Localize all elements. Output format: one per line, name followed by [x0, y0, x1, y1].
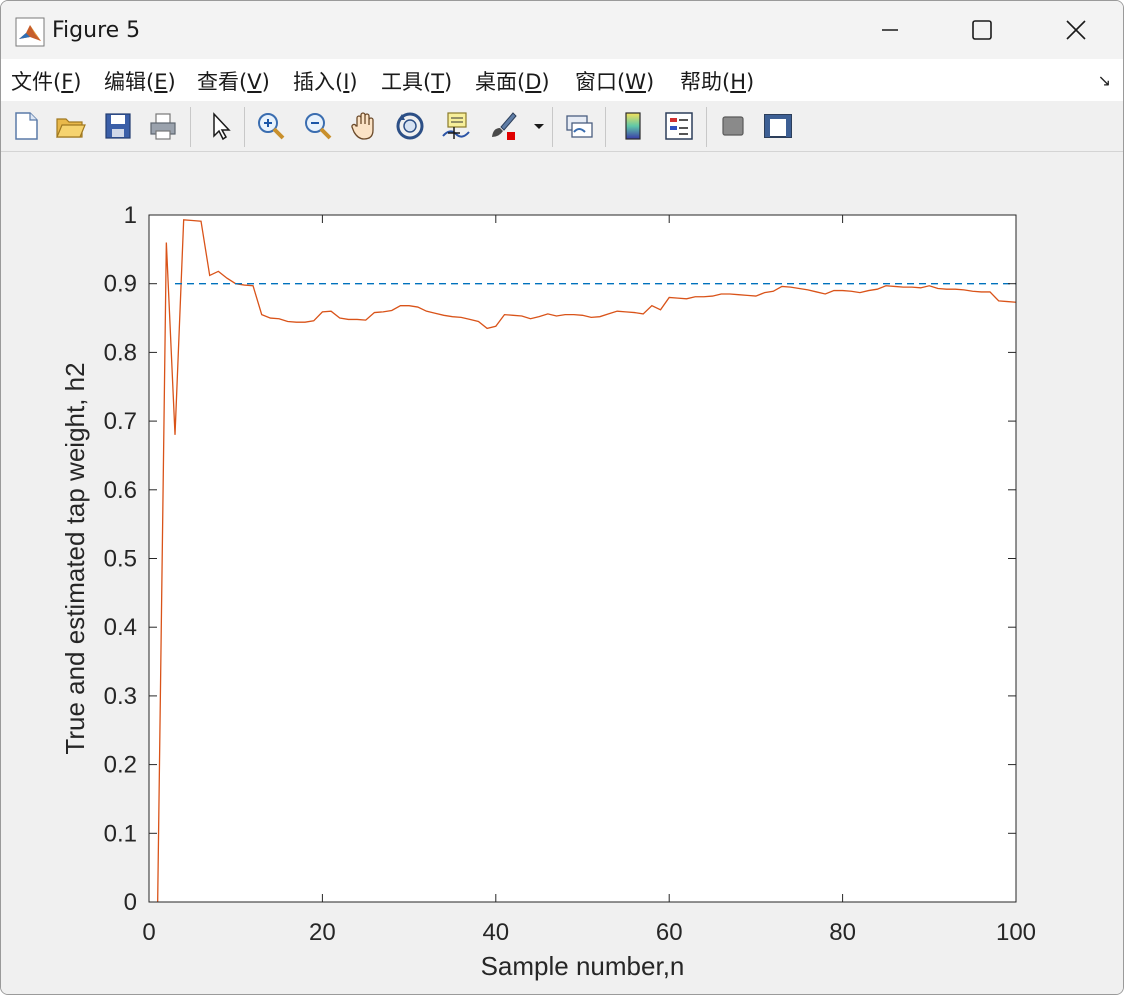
menu-window[interactable]: 窗口(W) — [575, 66, 654, 96]
minimize-button[interactable] — [867, 9, 913, 51]
colorbar-button[interactable] — [615, 108, 651, 144]
show-plot-tools-icon — [764, 114, 792, 138]
select-pointer-icon — [213, 112, 231, 141]
y-axis-label: True and estimated tap weight, h2 — [60, 362, 90, 754]
new-file-icon — [15, 112, 38, 140]
figure-window: Figure 5 文件(F) 编辑(E) 查看(V) 插入(I) 工具(T) 桌… — [0, 0, 1124, 995]
brush-button[interactable] — [485, 108, 521, 144]
open-button[interactable] — [52, 108, 88, 144]
line-chart[interactable]: 0 20 40 60 80 100 0 0.1 0.2 0.3 0.4 0.5 0.6 0.7 0.8 0.9… — [1, 152, 1123, 994]
pan-button[interactable] — [346, 108, 382, 144]
legend-icon — [665, 112, 693, 140]
x-tick-label: 60 — [656, 919, 683, 946]
menu-desktop[interactable]: 桌面(D) — [475, 66, 550, 96]
print-icon — [150, 113, 176, 140]
y-tick-label: 0.9 — [104, 271, 137, 298]
x-tick-label: 20 — [309, 919, 336, 946]
y-tick-label: 0.4 — [104, 614, 137, 641]
y-tick-label: 0.5 — [104, 546, 137, 573]
y-tick-label: 0.8 — [104, 339, 137, 366]
data-cursor-button[interactable] — [438, 108, 474, 144]
select-button[interactable] — [202, 108, 238, 144]
save-icon — [105, 113, 131, 139]
x-tick-label: 0 — [142, 919, 155, 946]
brush-dropdown-button[interactable] — [531, 108, 547, 144]
menu-file[interactable]: 文件(F) — [11, 66, 82, 96]
zoom-in-icon — [258, 113, 285, 140]
pan-hand-icon — [351, 112, 374, 140]
plot-area — [149, 215, 1016, 902]
y-tick-label: 0.1 — [104, 820, 137, 847]
hide-plot-tools-button[interactable] — [715, 108, 751, 144]
close-button[interactable] — [1053, 9, 1099, 51]
rotate-3d-icon — [396, 112, 424, 140]
toolbar-separator — [190, 107, 191, 147]
menu-help[interactable]: 帮助(H) — [680, 66, 754, 96]
dock-arrow-icon[interactable]: ↘ — [1098, 71, 1111, 90]
toolbar-separator — [552, 107, 553, 147]
y-tick-label: 0.7 — [104, 408, 137, 435]
show-plot-tools-button[interactable] — [760, 108, 796, 144]
rotate-button[interactable] — [392, 108, 428, 144]
link-plot-icon — [566, 115, 593, 138]
toolbar-separator — [244, 107, 245, 147]
x-axis-label: Sample number,n — [481, 951, 685, 981]
open-folder-icon — [56, 118, 86, 138]
menu-edit[interactable]: 编辑(E) — [104, 66, 176, 96]
y-tick-label: 0 — [124, 889, 137, 916]
close-icon — [1066, 20, 1086, 40]
y-tick-label: 1 — [124, 202, 137, 229]
matlab-icon — [15, 17, 45, 47]
colorbar-icon — [625, 112, 641, 140]
brush-icon — [492, 112, 517, 140]
maximize-icon — [972, 20, 992, 40]
print-button[interactable] — [145, 108, 181, 144]
menu-tools[interactable]: 工具(T) — [381, 66, 452, 96]
chevron-down-icon — [534, 124, 544, 129]
y-tick-label: 0.6 — [104, 477, 137, 504]
maximize-button[interactable] — [959, 9, 1005, 51]
figure-canvas: 0 20 40 60 80 100 0 0.1 0.2 0.3 0.4 0.5 0.6 0.7 0.8 0.9… — [1, 152, 1123, 994]
window-title: Figure 5 — [52, 18, 141, 43]
menu-bar: 文件(F) 编辑(E) 查看(V) 插入(I) 工具(T) 桌面(D) 窗口(W… — [1, 59, 1123, 102]
zoom-out-button[interactable] — [300, 108, 336, 144]
title-bar[interactable]: Figure 5 — [1, 1, 1123, 59]
menu-insert[interactable]: 插入(I) — [293, 66, 358, 96]
hide-plot-tools-icon — [722, 116, 744, 136]
link-plot-button[interactable] — [561, 108, 597, 144]
new-file-button[interactable] — [8, 108, 44, 144]
zoom-in-button[interactable] — [253, 108, 289, 144]
x-tick-label: 100 — [996, 919, 1036, 946]
legend-button[interactable] — [661, 108, 697, 144]
y-tick-label: 0.2 — [104, 752, 137, 779]
x-tick-label: 40 — [482, 919, 509, 946]
save-button[interactable] — [100, 108, 136, 144]
menu-view[interactable]: 查看(V) — [197, 66, 270, 96]
x-tick-label: 80 — [829, 919, 856, 946]
figure-toolbar — [1, 101, 1123, 152]
toolbar-separator — [706, 107, 707, 147]
zoom-out-icon — [305, 113, 332, 140]
data-cursor-icon — [442, 112, 470, 139]
y-tick-label: 0.3 — [104, 683, 137, 710]
toolbar-separator — [605, 107, 606, 147]
minimize-icon — [882, 29, 898, 31]
